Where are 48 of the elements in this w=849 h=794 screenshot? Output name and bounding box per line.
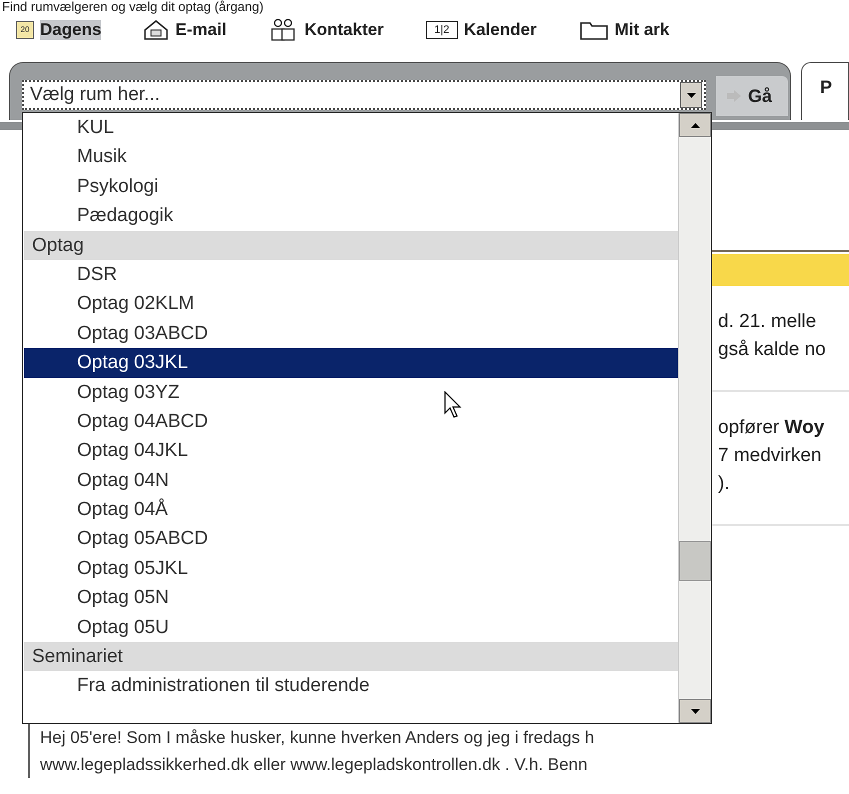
caret-icon <box>690 708 700 714</box>
list-item[interactable]: Optag 03YZ <box>24 378 678 407</box>
list-item[interactable]: Optag 02KLM <box>24 289 678 319</box>
cursor-icon <box>444 391 462 419</box>
text-line: 7 medvirken <box>718 444 822 468</box>
text-line: www.legepladssikkerhed.dk eller www.legepladskontrollen.dk . V.h. Benn <box>40 754 588 776</box>
page-heading: Find rumvælgeren og vælg dit optag (årgang) <box>2 0 265 14</box>
list-item[interactable]: Optag 05N <box>24 583 678 613</box>
list-item[interactable]: Optag 05JKL <box>24 554 678 584</box>
list-item[interactable]: Musik <box>24 142 678 172</box>
toolbar-button[interactable]: 1|2 Kalender <box>422 18 541 42</box>
room-select[interactable]: Vælg rum her... <box>22 80 706 110</box>
toolbar-button[interactable]: Mit ark <box>574 17 674 43</box>
list-item[interactable]: Optag 05U <box>24 612 678 642</box>
list-item[interactable]: Optag 03ABCD <box>24 318 678 348</box>
caret-icon <box>686 92 696 98</box>
text-line: d. 21. melle <box>718 310 818 334</box>
tab[interactable]: P <box>801 62 849 120</box>
scroll-up-button[interactable] <box>679 113 711 137</box>
list-item[interactable]: Optag 05ABCD <box>24 524 678 554</box>
text-line: Hej 05'ere! Som I måske husker, kunne hverken Anders og jeg i fredags h <box>40 727 596 749</box>
list-item[interactable]: Optag 04Å <box>24 495 678 524</box>
text-line: opfører Woy <box>718 416 826 440</box>
toolbar-button[interactable]: E-mail <box>139 17 230 43</box>
list-item[interactable]: Optag 04JKL <box>24 436 678 466</box>
dropdown-button[interactable] <box>680 82 702 108</box>
list-item[interactable]: Optag 04N <box>24 466 678 496</box>
calendar-icon: 20 <box>16 21 34 39</box>
text-line: gså kalde no <box>718 338 827 362</box>
list-item[interactable]: Fra administrationen til studerende <box>24 671 678 701</box>
folder-icon <box>578 19 609 41</box>
scrollbar[interactable] <box>678 113 711 723</box>
list-item[interactable]: KUL <box>24 113 678 142</box>
go-button[interactable]: Gå <box>716 76 788 116</box>
caret-up-icon <box>690 122 700 128</box>
toolbar-button[interactable]: Kontakter <box>264 16 388 44</box>
text-line: ). <box>718 472 731 496</box>
envelope-house-icon <box>143 19 170 41</box>
list-item[interactable]: Pædagogik <box>24 201 678 231</box>
group-header: Optag <box>24 230 678 260</box>
list-item[interactable]: Psykologi <box>24 172 678 202</box>
scroll-down-button[interactable] <box>679 699 711 723</box>
calendar-icon: 1|2 <box>426 21 458 39</box>
list-item[interactable]: DSR <box>24 260 678 290</box>
group-header: Seminariet <box>24 642 678 672</box>
scroll-thumb[interactable] <box>679 541 711 581</box>
list-item[interactable]: Optag 03JKL <box>24 348 678 378</box>
list-item[interactable]: Optag 04ABCD <box>24 406 678 436</box>
